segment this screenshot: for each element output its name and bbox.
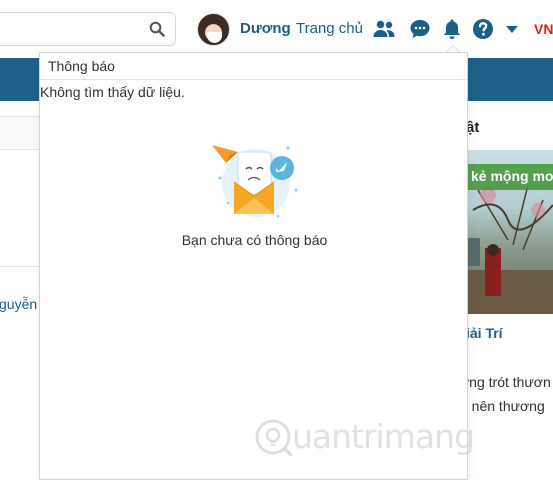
notification-header: Thông báo	[40, 53, 467, 80]
user-name-link[interactable]: Dương	[240, 20, 291, 37]
section-title: ật	[466, 119, 480, 136]
article-excerpt-line[interactable]: ơng trót thươn	[460, 374, 551, 390]
home-link[interactable]: Trang chủ	[296, 20, 363, 37]
divider	[0, 266, 40, 267]
left-link[interactable]: guyễn	[0, 296, 37, 312]
friends-icon[interactable]	[372, 17, 396, 41]
category-link[interactable]: iải Trí	[466, 325, 503, 341]
caret-down-icon[interactable]	[504, 21, 520, 37]
page: Dương Trang chủ VN guyễn ật kẻ mộng mơ i…	[0, 0, 553, 480]
empty-notifications-text: Bạn chưa có thông báo	[181, 232, 328, 248]
search-input[interactable]	[1, 19, 141, 39]
left-panel-row	[0, 116, 40, 150]
article-thumbnail[interactable]: kẻ mộng mơ	[468, 150, 553, 314]
search-icon[interactable]	[149, 21, 165, 37]
empty-inbox-icon	[212, 145, 298, 218]
watermark-logo-icon	[255, 419, 292, 456]
search-box[interactable]	[0, 12, 176, 46]
language-switch[interactable]: VN	[534, 21, 553, 37]
bell-icon[interactable]	[440, 17, 464, 41]
top-bar: Dương Trang chủ VN	[0, 0, 553, 58]
no-data-message: Không tìm thấy dữ liệu.	[40, 84, 185, 100]
messages-icon[interactable]	[408, 17, 432, 41]
thumbnail-caption: kẻ mộng mơ	[468, 164, 553, 190]
watermark-text: uantrimang	[292, 417, 475, 456]
help-icon[interactable]	[471, 17, 495, 41]
watermark: uantrimang	[250, 410, 475, 466]
avatar[interactable]	[197, 13, 230, 46]
